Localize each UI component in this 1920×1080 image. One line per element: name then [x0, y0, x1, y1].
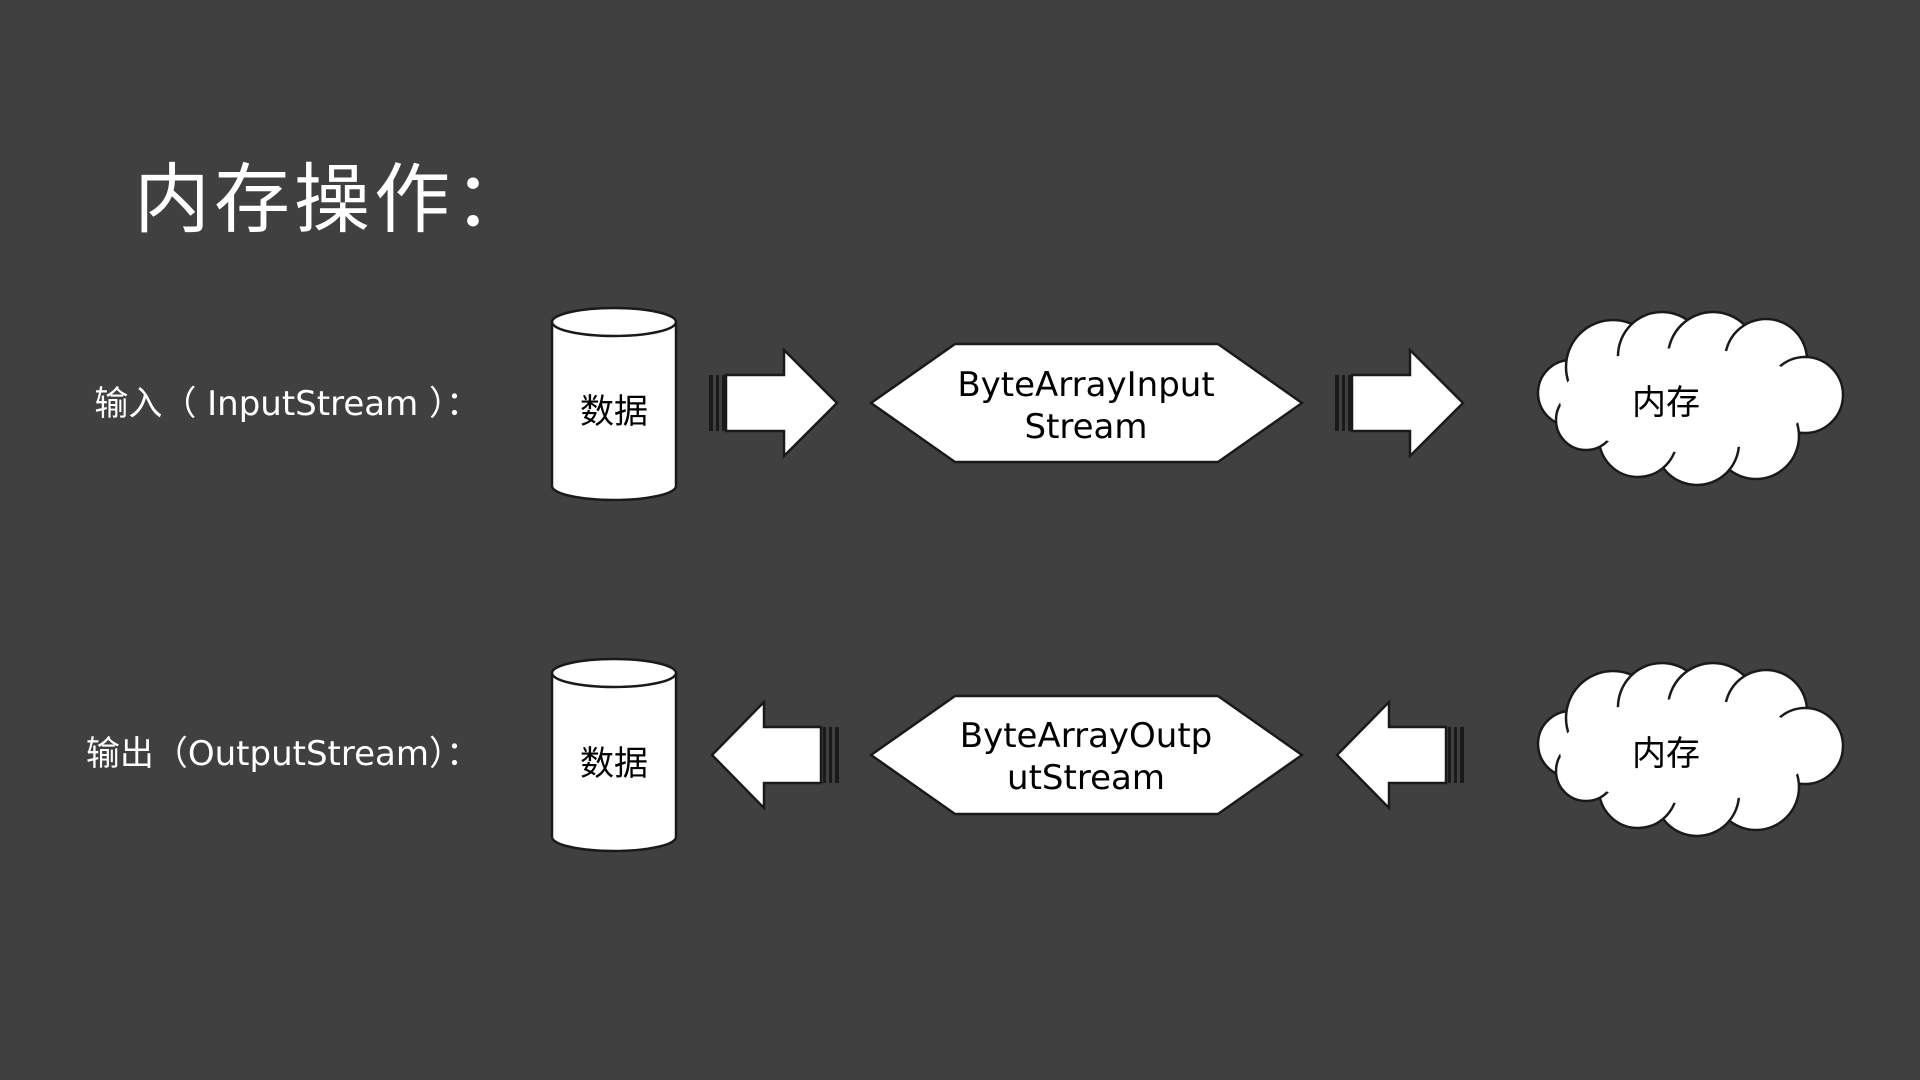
slide: 内存操作： 输入（ InputStream ）： 输出（OutputStream… [0, 0, 1920, 1080]
output-stream-hexagon: ByteArrayOutp utStream [868, 694, 1305, 816]
input-stream-label-line2: Stream [1024, 407, 1147, 447]
input-data-cylinder: 数据 [550, 306, 678, 502]
output-memory-label: 内存 [1632, 734, 1700, 774]
flow-diagram: 数据 ByteArrayInput Stream 内存 数据 ByteArray… [550, 306, 1845, 853]
input-arrow-right-2 [1335, 346, 1465, 460]
output-arrow-left-1 [710, 698, 839, 812]
input-arrow-right-1 [709, 346, 839, 460]
input-stream-hexagon: ByteArrayInput Stream [868, 342, 1305, 464]
output-data-label: 数据 [580, 744, 648, 784]
input-memory-label: 内存 [1632, 383, 1700, 423]
input-data-label: 数据 [580, 392, 648, 432]
output-arrow-left-2 [1335, 698, 1464, 812]
output-memory-cloud: 内存 [1536, 661, 1845, 838]
input-memory-cloud: 内存 [1536, 310, 1845, 487]
output-data-cylinder: 数据 [550, 657, 678, 853]
output-stream-label-line1: ByteArrayOutp [960, 716, 1213, 756]
input-stream-label-line1: ByteArrayInput [957, 365, 1214, 405]
output-stream-label-line2: utStream [1007, 758, 1165, 798]
